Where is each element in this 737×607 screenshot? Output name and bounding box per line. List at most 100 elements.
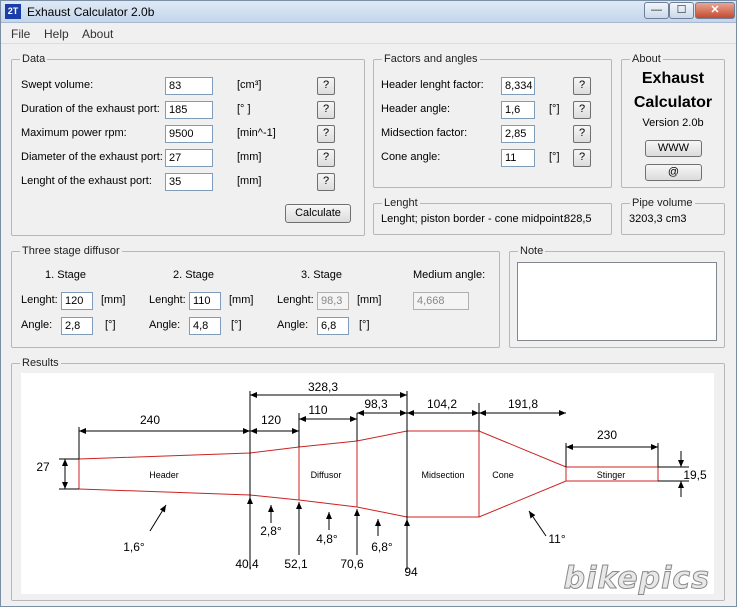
max-rpm-unit: [min^-1] — [237, 127, 276, 139]
app-window: 2T Exhaust Calculator 2.0b — ☐ ✕ File He… — [0, 0, 737, 607]
angle-stage1: 2,8° — [260, 524, 282, 538]
swept-volume-unit: [cm³] — [237, 79, 262, 91]
max-rpm-help-button[interactable]: ? — [317, 125, 335, 143]
section-header: Header — [149, 470, 179, 480]
dim-stage1-length: 120 — [261, 413, 281, 427]
header-angle-help-button[interactable]: ? — [573, 101, 591, 119]
port-diameter-label: Diameter of the exhaust port: — [21, 151, 163, 163]
length-group-legend: Lenght — [384, 197, 418, 209]
dim-header-length: 240 — [140, 413, 160, 427]
dim-stage3-length: 98,3 — [364, 397, 388, 411]
angle-cone: 11° — [548, 532, 565, 546]
port-length-help-button[interactable]: ? — [317, 173, 335, 191]
close-icon[interactable]: ✕ — [695, 2, 735, 19]
pipe-volume-legend: Pipe volume — [632, 197, 693, 209]
about-version: Version 2.0b — [642, 117, 704, 129]
stage2-title: 2. Stage — [173, 269, 214, 281]
port-diameter-unit: [mm] — [237, 151, 262, 163]
stage3-length-unit: [mm] — [357, 294, 382, 306]
angle-header: 1,6° — [123, 540, 145, 554]
length-value: 828,5 — [564, 213, 592, 225]
calculate-button[interactable]: Calculate — [285, 204, 351, 223]
results-group-legend: Results — [22, 357, 59, 369]
midsection-factor-input[interactable]: 2,85 — [501, 125, 535, 143]
section-cone: Cone — [492, 470, 514, 480]
swept-volume-label: Swept volume: — [21, 79, 94, 91]
header-factor-help-button[interactable]: ? — [573, 77, 591, 95]
menu-help[interactable]: Help — [44, 27, 69, 41]
pipe-volume-value: 3203,3 cm3 — [629, 213, 687, 225]
duration-help-button[interactable]: ? — [317, 101, 335, 119]
dim-midsection-length: 104,2 — [427, 397, 457, 411]
header-angle-label: Header angle: — [381, 103, 451, 115]
stage2-length-label: Lenght: — [149, 294, 186, 306]
factors-group: Factors and angles — [373, 53, 612, 188]
email-button[interactable]: @ — [645, 164, 702, 181]
stage3-title: 3. Stage — [301, 269, 342, 281]
max-rpm-label: Maximum power rpm: — [21, 127, 127, 139]
position-2: 52,1 — [284, 557, 308, 571]
note-group-legend: Note — [520, 245, 544, 257]
cone-angle-input[interactable]: 11 — [501, 149, 535, 167]
port-length-input[interactable]: 35 — [165, 173, 213, 191]
port-diameter-help-button[interactable]: ? — [317, 149, 335, 167]
data-group-legend: Data — [22, 53, 46, 65]
stage1-title: 1. Stage — [45, 269, 86, 281]
header-angle-unit: [°] — [549, 103, 560, 115]
stage3-angle-label: Angle: — [277, 319, 309, 331]
about-group-legend: About — [632, 53, 661, 65]
note-textarea[interactable] — [517, 262, 717, 341]
swept-volume-input[interactable]: 83 — [165, 77, 213, 95]
midsection-factor-label: Midsection factor: — [381, 127, 468, 139]
dim-stage2-length: 110 — [308, 403, 327, 417]
angle-stage3: 6,8° — [371, 540, 393, 554]
stage1-length-label: Lenght: — [21, 294, 58, 306]
port-length-unit: [mm] — [237, 175, 262, 187]
menu-about[interactable]: About — [82, 27, 113, 41]
stage3-angle-input[interactable]: 6,8 — [317, 317, 349, 335]
menu-bar: File Help About — [1, 24, 736, 44]
stage1-length-input[interactable]: 120 — [61, 292, 93, 310]
watermark-logo: bikepics — [563, 561, 710, 597]
header-angle-input[interactable]: 1,6 — [501, 101, 535, 119]
maximize-icon[interactable]: ☐ — [669, 2, 694, 19]
midsection-factor-help-button[interactable]: ? — [573, 125, 591, 143]
title-bar: 2T Exhaust Calculator 2.0b — ☐ ✕ — [1, 1, 736, 23]
max-rpm-input[interactable]: 9500 — [165, 125, 213, 143]
port-diameter-input[interactable]: 27 — [165, 149, 213, 167]
position-3: 70,6 — [340, 557, 364, 571]
medium-angle-value: 4,668 — [413, 292, 469, 310]
window-title: Exhaust Calculator 2.0b — [27, 5, 155, 19]
diffusor-group-legend: Three stage diffusor — [22, 245, 120, 257]
dim-cone-length: 191,8 — [508, 397, 538, 411]
position-4: 94 — [404, 565, 418, 579]
about-title-line1: Exhaust — [641, 70, 705, 87]
stage3-angle-unit: [°] — [359, 319, 370, 331]
stage1-angle-label: Angle: — [21, 319, 53, 331]
header-factor-input[interactable]: 8,334 — [501, 77, 535, 95]
duration-unit: [° ] — [237, 103, 251, 115]
www-button[interactable]: WWW — [645, 140, 702, 157]
minimize-icon[interactable]: — — [644, 2, 669, 19]
stage1-angle-unit: [°] — [105, 319, 116, 331]
dim-stinger-length: 230 — [597, 428, 617, 442]
factors-group-legend: Factors and angles — [384, 53, 478, 65]
menu-file[interactable]: File — [11, 27, 30, 41]
stage2-length-input[interactable]: 110 — [189, 292, 221, 310]
stage2-angle-unit: [°] — [231, 319, 242, 331]
section-stinger: Stinger — [597, 470, 626, 480]
dim-diffusor-total: 328,3 — [308, 380, 338, 394]
swept-volume-help-button[interactable]: ? — [317, 77, 335, 95]
stage1-angle-input[interactable]: 2,8 — [61, 317, 93, 335]
duration-label: Duration of the exhaust port: — [21, 103, 160, 115]
duration-input[interactable]: 185 — [165, 101, 213, 119]
stage1-length-unit: [mm] — [101, 294, 126, 306]
stage2-angle-input[interactable]: 4,8 — [189, 317, 221, 335]
cone-angle-label: Cone angle: — [381, 151, 441, 163]
cone-angle-help-button[interactable]: ? — [573, 149, 591, 167]
header-factor-label: Header lenght factor: — [381, 79, 484, 91]
stage2-length-unit: [mm] — [229, 294, 254, 306]
port-length-label: Lenght of the exhaust port: — [21, 175, 152, 187]
about-title-line2: Calculator — [633, 94, 713, 111]
medium-angle-label: Medium angle: — [413, 269, 486, 281]
